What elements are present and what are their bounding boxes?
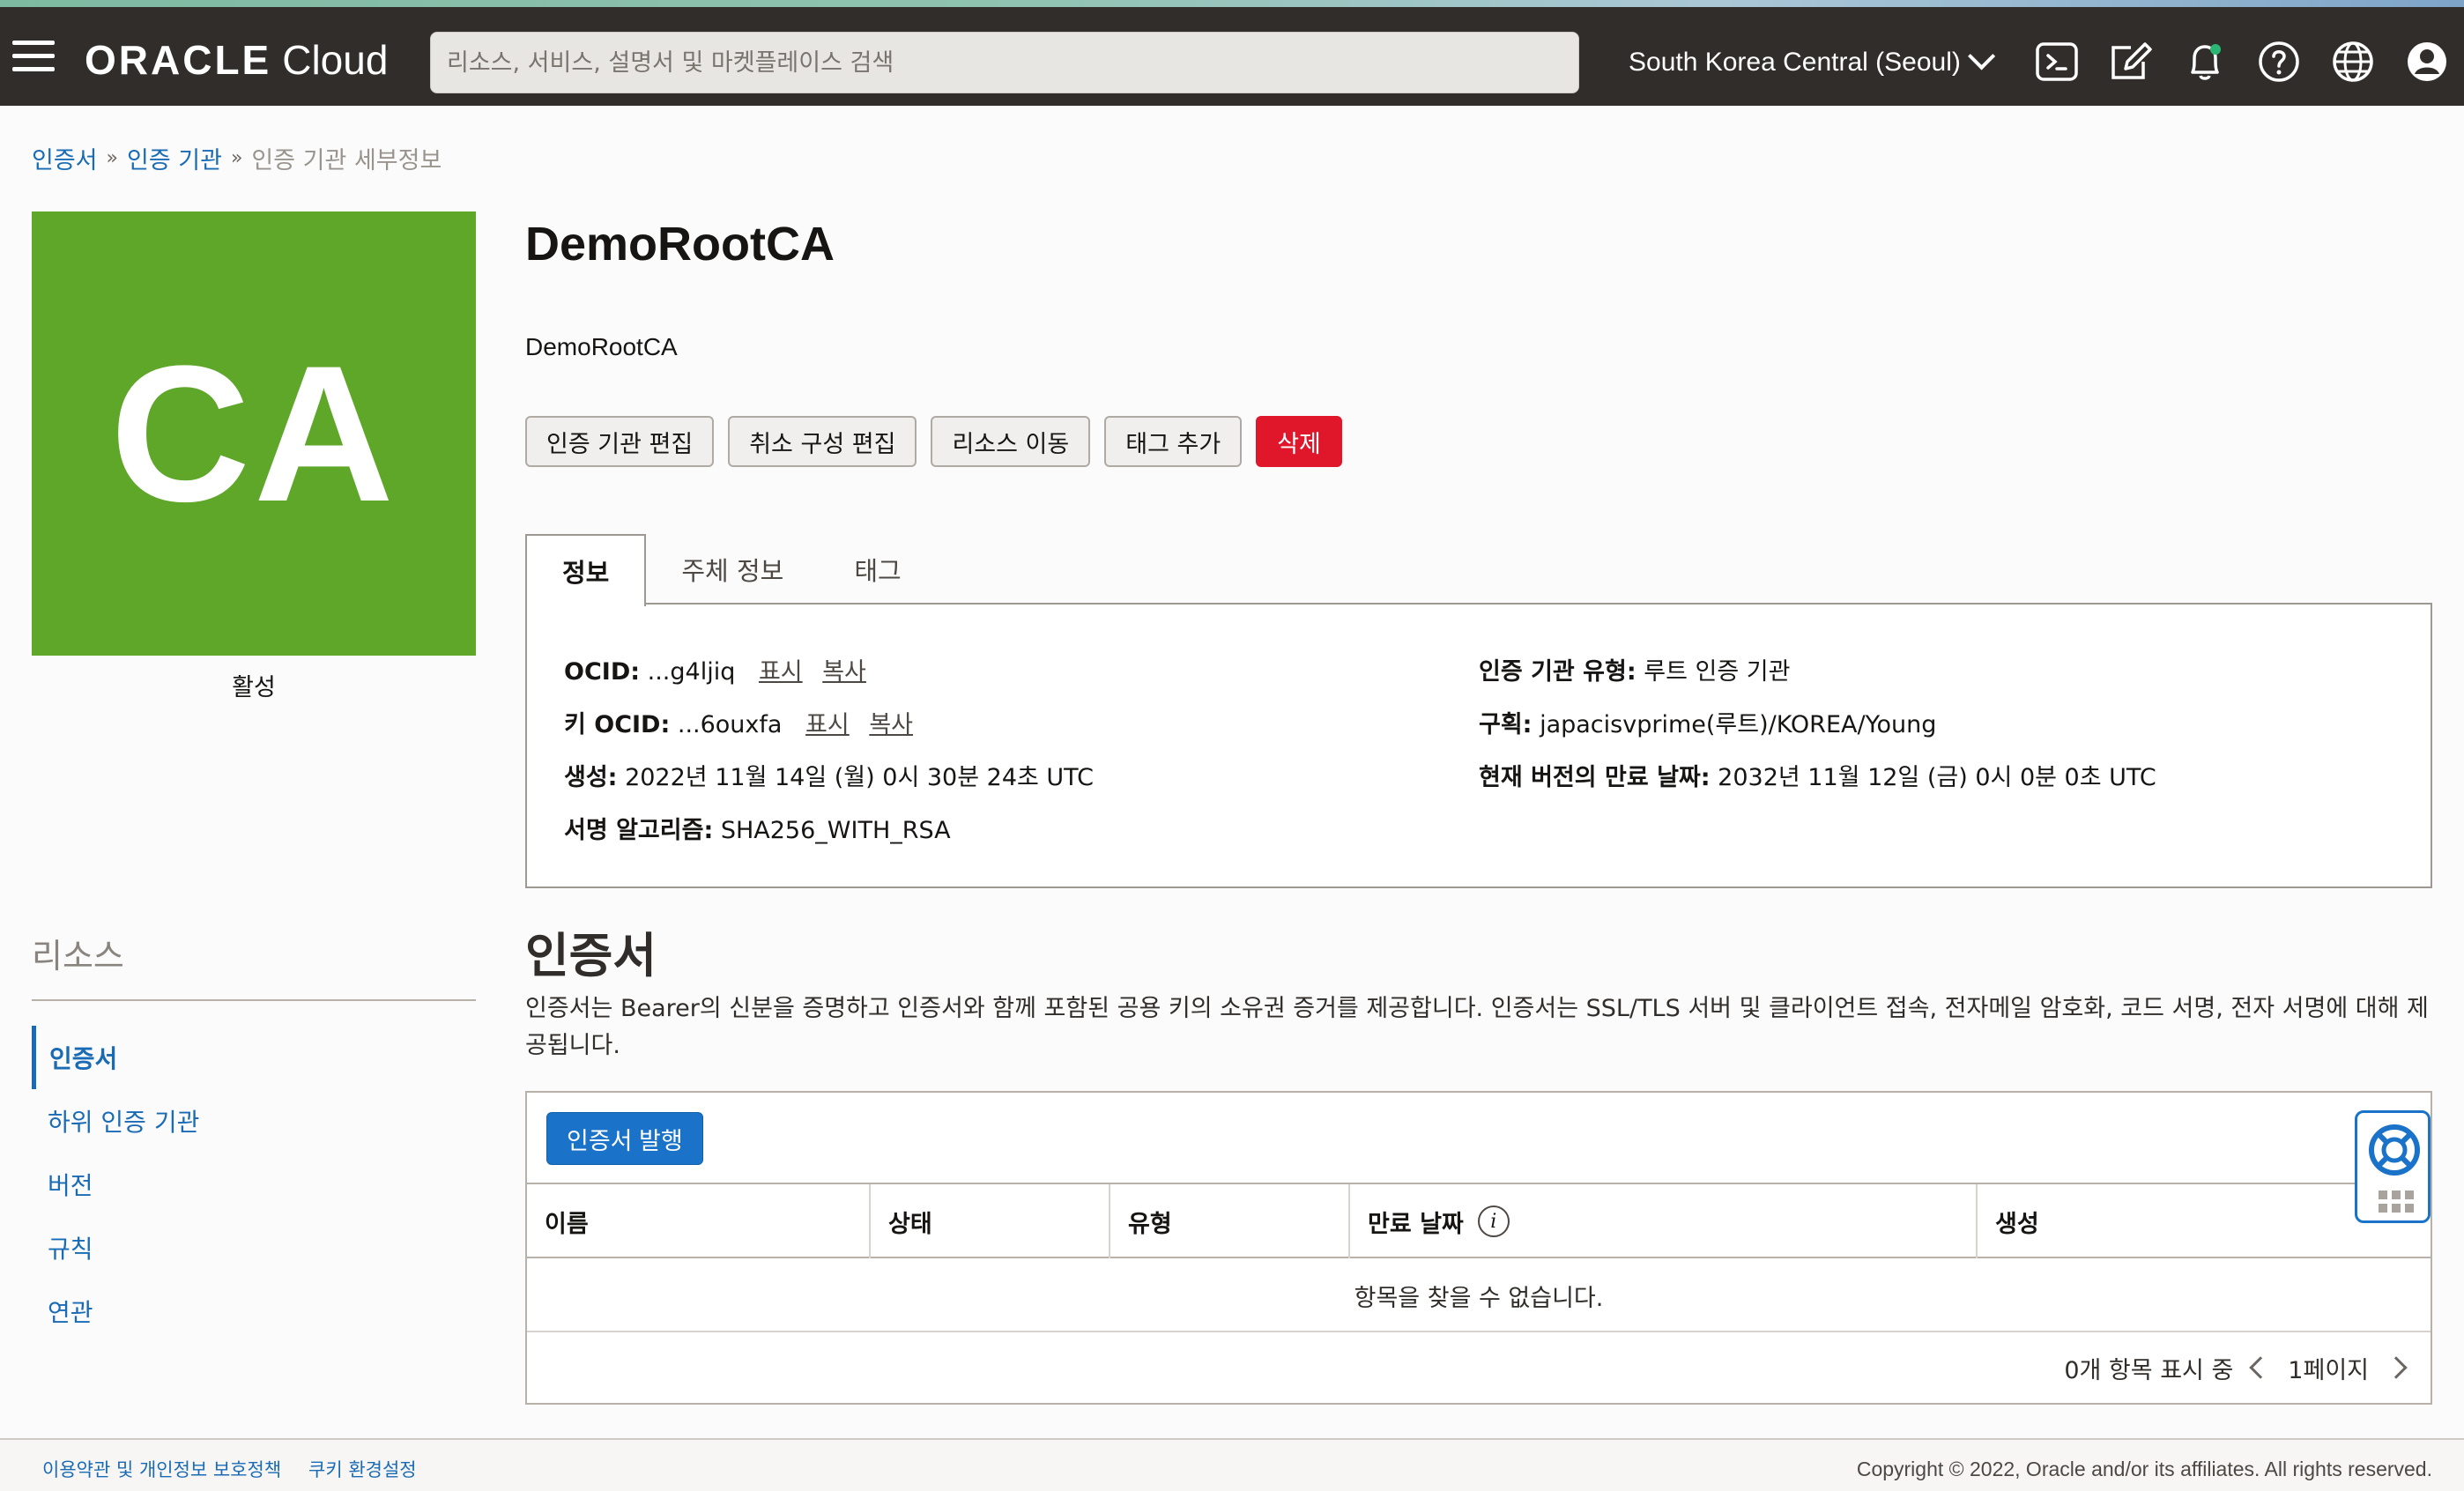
ca-type-row: 인증 기관 유형: 루트 인증 기관 (1479, 652, 1790, 686)
region-label: South Korea Central (Seoul) (1629, 48, 1961, 77)
resources-item-certificates[interactable]: 인증서 (32, 1026, 476, 1089)
previous-page-icon[interactable] (2249, 1356, 2273, 1379)
lifebuoy-icon (2369, 1124, 2420, 1176)
menu-icon[interactable] (12, 41, 56, 72)
current-version-expiry-label: 현재 버전의 만료 날짜: (1479, 764, 1711, 791)
key-ocid-show-link[interactable]: 표시 (805, 711, 850, 738)
logo-cloud-text: Cloud (282, 37, 389, 83)
key-ocid-copy-link[interactable]: 복사 (869, 711, 913, 738)
resources-item-subordinate-cas[interactable]: 하위 인증 기관 (32, 1089, 476, 1153)
breadcrumb-separator: » (106, 147, 118, 169)
help-icon[interactable] (2256, 39, 2302, 85)
key-ocid-label: 키 OCID: (564, 711, 671, 738)
edit-icon[interactable] (2108, 39, 2154, 85)
certificates-description: 인증서는 Bearer의 신분을 증명하고 인증서와 함께 포함된 공용 키의 … (525, 995, 2429, 1059)
item-count: 0개 항목 표시 중 (2064, 1356, 2234, 1384)
terms-privacy-link[interactable]: 이용약관 및 개인정보 보호정책 (42, 1456, 281, 1482)
resources-divider (32, 999, 476, 1001)
page-description: DemoRootCA (525, 333, 678, 360)
resources-item-associations[interactable]: 연관 (32, 1280, 476, 1343)
certificates-table: 인증서 발행 이름 상태 유형 만료 날짜 i 생성 항목을 찾을 수 없습니다… (525, 1091, 2432, 1405)
table-header: 이름 상태 유형 만료 날짜 i 생성 (527, 1183, 2431, 1258)
current-version-expiry-value: 2032년 11월 12일 (금) 0시 0분 0초 UTC (1718, 764, 2156, 791)
created-label: 생성: (564, 764, 618, 791)
top-bar: ORACLE Cloud South Korea Central (Seoul) (0, 7, 2464, 106)
key-ocid-value: ...6ouxfa (677, 711, 783, 738)
tab-subject-info[interactable]: 주체 정보 (646, 534, 819, 605)
page-title: DemoRootCA (525, 218, 835, 271)
key-ocid-row: 키 OCID: ...6ouxfa 표시 복사 (564, 705, 913, 739)
ocid-show-link[interactable]: 표시 (759, 658, 803, 686)
delete-button[interactable]: 삭제 (1256, 416, 1342, 467)
resources-item-versions[interactable]: 버전 (32, 1153, 476, 1216)
pagination: 0개 항목 표시 중 1페이지 (2064, 1332, 2409, 1403)
help-widget[interactable] (2355, 1110, 2431, 1223)
next-page-icon[interactable] (2385, 1356, 2408, 1379)
breadcrumb-separator: » (230, 147, 243, 169)
column-status[interactable]: 상태 (871, 1184, 1110, 1258)
top-accent-line (0, 0, 2464, 7)
tab-info[interactable]: 정보 (525, 534, 647, 606)
ocid-copy-link[interactable]: 복사 (822, 658, 866, 686)
copyright-text: Copyright © 2022, Oracle and/or its affi… (1856, 1458, 2432, 1480)
compartment-label: 구획: (1479, 711, 1533, 738)
compartment-row: 구획: japacisvprime(루트)/KOREA/Young (1479, 705, 1936, 739)
column-expiry[interactable]: 만료 날짜 i (1350, 1184, 1978, 1258)
add-tags-button[interactable]: 태그 추가 (1104, 416, 1243, 467)
logo-oracle-text: ORACLE (85, 37, 272, 83)
column-type[interactable]: 유형 (1110, 1184, 1350, 1258)
ocid-label: OCID: (564, 658, 641, 686)
breadcrumb-current: 인증 기관 세부정보 (251, 147, 442, 174)
resources-nav: 인증서 하위 인증 기관 버전 규칙 연관 (32, 1026, 476, 1343)
column-expiry-label: 만료 날짜 (1368, 1210, 1464, 1238)
move-resource-button[interactable]: 리소스 이동 (931, 416, 1091, 467)
edit-revocation-button[interactable]: 취소 구성 편집 (728, 416, 917, 467)
oracle-cloud-logo[interactable]: ORACLE Cloud (85, 32, 388, 88)
created-row: 생성: 2022년 11월 14일 (월) 0시 30분 24초 UTC (564, 758, 1094, 792)
page-number: 1페이지 (2288, 1356, 2369, 1384)
lifecycle-state: 활성 (232, 674, 276, 701)
drag-handle-icon[interactable] (2379, 1191, 2414, 1213)
ca-badge-text: CA (110, 324, 397, 542)
resources-item-rules[interactable]: 규칙 (32, 1216, 476, 1280)
ocid-value: ...g4ljiq (647, 658, 736, 686)
created-value: 2022년 11월 14일 (월) 0시 30분 24초 UTC (625, 764, 1094, 791)
signing-algorithm-label: 서명 알고리즘: (564, 817, 714, 844)
info-icon[interactable]: i (1477, 1205, 1510, 1237)
chevron-down-icon (1967, 42, 1996, 70)
empty-state: 항목을 찾을 수 없습니다. (527, 1260, 2431, 1332)
signing-algorithm-value: SHA256_WITH_RSA (720, 817, 951, 844)
ca-type-label: 인증 기관 유형: (1479, 658, 1636, 686)
action-bar: 인증 기관 편집 취소 구성 편집 리소스 이동 태그 추가 삭제 (525, 416, 1342, 467)
globe-icon[interactable] (2330, 39, 2376, 85)
user-icon[interactable] (2404, 39, 2450, 85)
breadcrumb-certificate-authorities[interactable]: 인증 기관 (127, 141, 222, 175)
info-panel: OCID: ...g4ljiq 표시 복사 키 OCID: ...6ouxfa … (525, 603, 2432, 888)
resources-title: 리소스 (32, 937, 124, 975)
cookie-preferences-link[interactable]: 쿠키 환경설정 (308, 1456, 417, 1482)
footer: 이용약관 및 개인정보 보호정책 쿠키 환경설정 Copyright © 202… (0, 1438, 2464, 1491)
ca-status-badge: CA (32, 211, 476, 656)
issue-certificate-button[interactable]: 인증서 발행 (546, 1112, 703, 1165)
bell-icon[interactable] (2182, 39, 2228, 85)
breadcrumb-certificates[interactable]: 인증서 (32, 141, 98, 175)
column-name[interactable]: 이름 (527, 1184, 871, 1258)
detail-tabs: 정보 주체 정보 태그 (525, 534, 937, 606)
compartment-value: japacisvprime(루트)/KOREA/Young (1540, 711, 1937, 738)
cloud-shell-icon[interactable] (2034, 39, 2080, 85)
signing-algorithm-row: 서명 알고리즘: SHA256_WITH_RSA (564, 811, 951, 845)
tab-tags[interactable]: 태그 (819, 534, 936, 605)
ocid-row: OCID: ...g4ljiq 표시 복사 (564, 652, 866, 686)
certificates-section-title: 인증서 (525, 928, 657, 983)
ca-type-value: 루트 인증 기관 (1644, 658, 1791, 686)
current-version-expiry-row: 현재 버전의 만료 날짜: 2032년 11월 12일 (금) 0시 0분 0초… (1479, 758, 2156, 792)
search-input[interactable] (430, 32, 1579, 93)
edit-ca-button[interactable]: 인증 기관 편집 (525, 416, 715, 467)
breadcrumb: 인증서 » 인증 기관 » 인증 기관 세부정보 (32, 141, 442, 175)
region-selector[interactable]: South Korea Central (Seoul) (1629, 39, 1996, 86)
